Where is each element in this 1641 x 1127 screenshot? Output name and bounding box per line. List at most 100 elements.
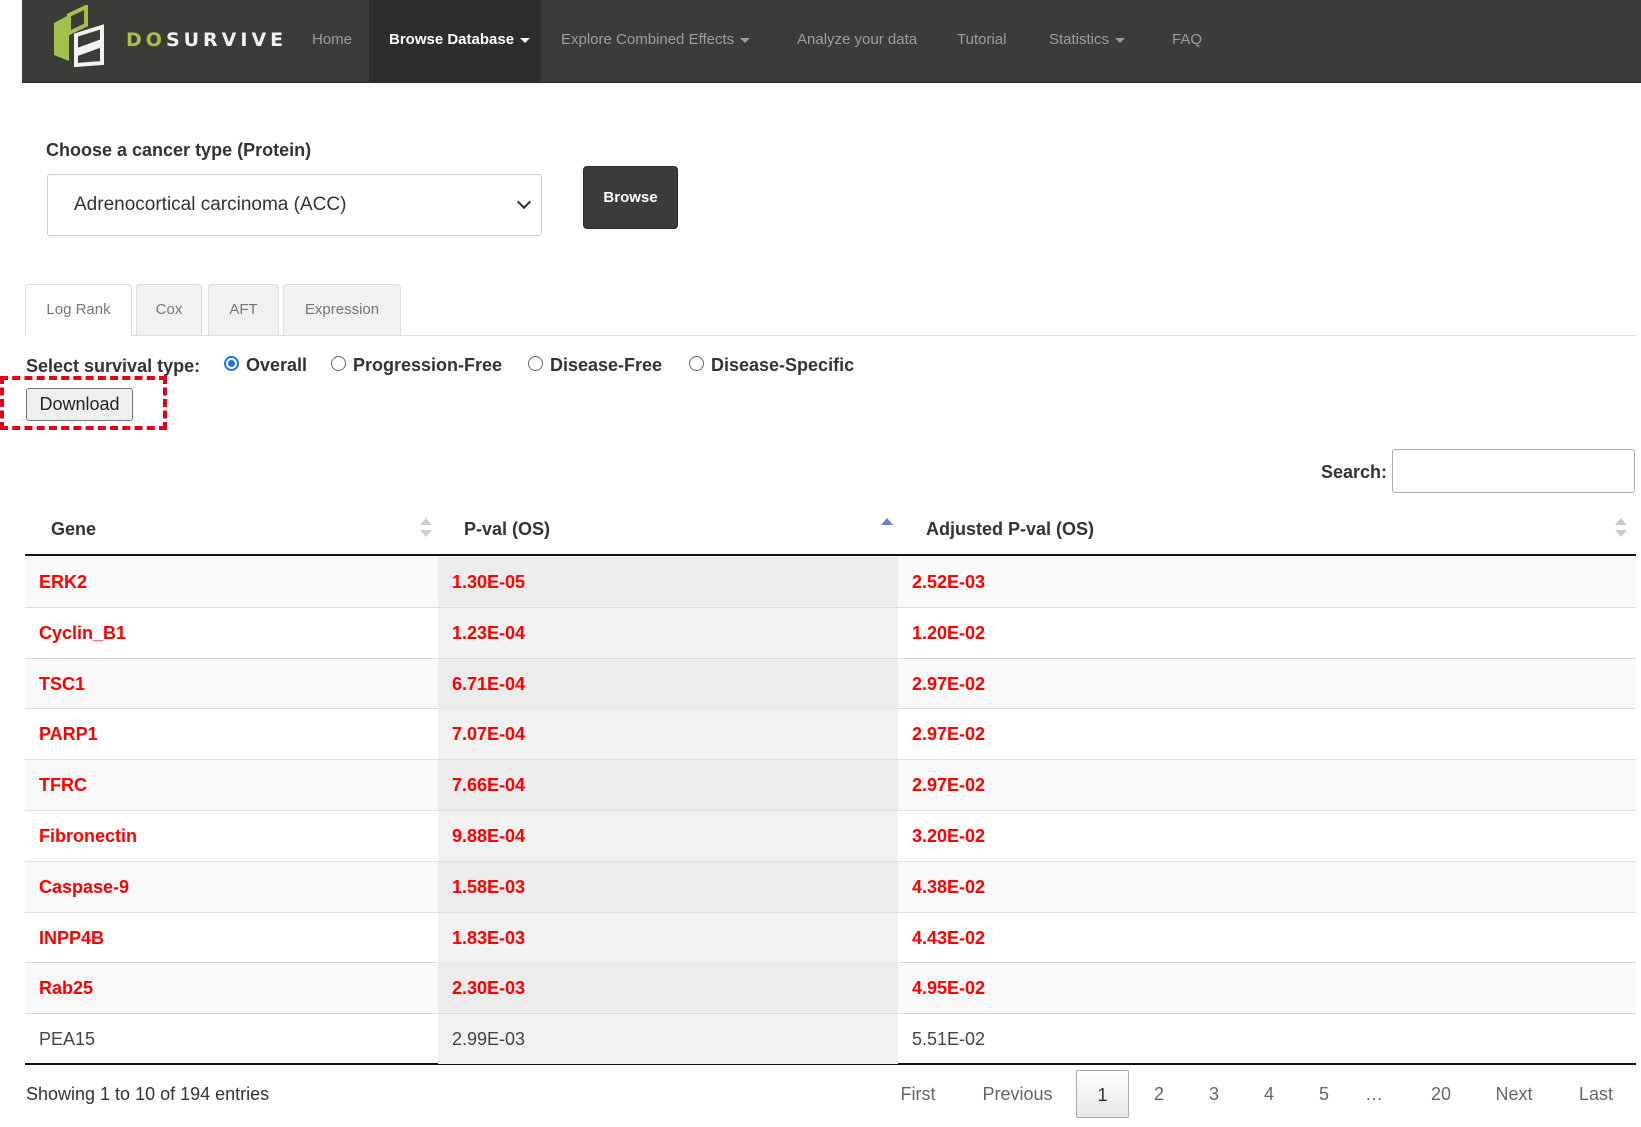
gene-cell[interactable]: ERK2 <box>25 557 438 607</box>
gene-cell[interactable]: TFRC <box>25 760 438 810</box>
table-info: Showing 1 to 10 of 194 entries <box>26 1084 270 1104</box>
table-row: Fibronectin 9.88E-04 3.20E-02 <box>25 810 1636 862</box>
caret-down-icon <box>1115 37 1126 43</box>
chevron-down-icon <box>516 194 532 210</box>
tab-log-rank[interactable]: Log Rank <box>25 284 132 336</box>
radio-disease-free-label: Disease-Free <box>550 355 663 375</box>
table-row: Caspase-9 1.58E-03 4.38E-02 <box>25 861 1636 913</box>
pagination-page-2[interactable]: 2 <box>1137 1070 1181 1118</box>
gene-cell[interactable]: PARP1 <box>25 709 438 759</box>
cancer-type-label: Choose a cancer type (Protein) <box>46 140 312 160</box>
pval-cell: 1.83E-03 <box>438 912 898 963</box>
adjusted-pval-cell: 5.51E-02 <box>912 1029 986 1050</box>
pval-cell: 7.07E-04 <box>438 709 898 760</box>
radio-unchecked-icon[interactable] <box>528 356 543 371</box>
pval-cell: 2.99E-03 <box>438 1014 898 1065</box>
column-header-gene[interactable]: Gene <box>51 502 96 556</box>
pval-cell: 2.30E-03 <box>438 963 898 1014</box>
pagination-first[interactable]: First <box>882 1070 954 1118</box>
browse-button[interactable]: Browse <box>583 166 678 229</box>
survival-type-label: Select survival type: <box>26 356 201 376</box>
highlight-annotation-box <box>0 376 167 430</box>
gene-cell[interactable]: PEA15 <box>25 1014 438 1064</box>
pagination-page-1[interactable]: 1 <box>1076 1070 1129 1118</box>
table-row: Cyclin_B1 1.23E-04 1.20E-02 <box>25 607 1636 659</box>
radio-progression-free[interactable]: Progression-Free <box>331 355 502 376</box>
table-row: ERK2 1.30E-05 2.52E-03 <box>25 557 1636 608</box>
caret-down-icon <box>520 37 531 43</box>
cancer-type-selected-value: Adrenocortical carcinoma (ACC) <box>74 194 347 215</box>
pagination-page-4[interactable]: 4 <box>1247 1070 1291 1118</box>
pagination-last[interactable]: Last <box>1566 1070 1626 1118</box>
gene-cell[interactable]: Fibronectin <box>25 811 438 861</box>
pval-cell: 1.23E-04 <box>438 607 898 658</box>
nav-tutorial[interactable]: Tutorial <box>937 0 1026 82</box>
adjusted-pval-cell: 2.52E-03 <box>912 572 986 592</box>
pagination-previous[interactable]: Previous <box>970 1070 1065 1118</box>
pval-cell: 1.58E-03 <box>438 861 898 912</box>
gene-cell[interactable]: Rab25 <box>25 963 438 1013</box>
column-header-adjusted-pval[interactable]: Adjusted P-val (OS) <box>926 502 1094 556</box>
pagination-ellipsis: … <box>1365 1084 1383 1104</box>
radio-unchecked-icon[interactable] <box>331 356 346 371</box>
brand-name[interactable]: DO SURVIVE <box>126 28 287 52</box>
sort-both-icon[interactable] <box>1615 518 1627 540</box>
adjusted-pval-cell: 2.97E-02 <box>912 673 986 694</box>
gene-cell[interactable]: Caspase-9 <box>25 862 438 912</box>
table-row: PARP1 7.07E-04 2.97E-02 <box>25 709 1636 761</box>
gene-cell[interactable]: INPP4B <box>25 913 438 963</box>
pagination-next[interactable]: Next <box>1484 1070 1544 1118</box>
pval-cell: 7.66E-04 <box>438 760 898 811</box>
table-row: Rab25 2.30E-03 4.95E-02 <box>25 963 1636 1015</box>
adjusted-pval-cell: 4.43E-02 <box>912 927 986 948</box>
adjusted-pval-cell: 2.97E-02 <box>912 724 986 745</box>
adjusted-pval-cell: 2.97E-02 <box>912 775 986 796</box>
top-navbar: DO SURVIVE Home Browse Database Explore C… <box>22 0 1641 83</box>
nav-statistics[interactable]: Statistics <box>1029 0 1145 82</box>
dosurvive-logo-icon[interactable] <box>44 5 114 67</box>
pval-cell: 9.88E-04 <box>438 810 898 861</box>
pagination-page-3[interactable]: 3 <box>1192 1070 1236 1118</box>
table-row: TSC1 6.71E-04 2.97E-02 <box>25 658 1636 710</box>
table-row: TFRC 7.66E-04 2.97E-02 <box>25 760 1636 811</box>
radio-overall[interactable]: Overall <box>224 355 307 376</box>
sort-both-icon[interactable] <box>420 518 432 540</box>
radio-overall-label: Overall <box>246 355 308 375</box>
caret-down-icon <box>740 37 751 43</box>
nav-analyze-your-data[interactable]: Analyze your data <box>777 0 937 82</box>
nav-browse-database[interactable]: Browse Database <box>369 0 541 82</box>
sort-ascending-icon[interactable] <box>881 518 893 540</box>
cancer-type-select[interactable]: Adrenocortical carcinoma (ACC) <box>47 174 542 236</box>
adjusted-pval-cell: 3.20E-02 <box>912 825 986 846</box>
radio-unchecked-icon[interactable] <box>689 356 704 371</box>
adjusted-pval-cell: 1.20E-02 <box>912 622 986 643</box>
brand-suffix: SURVIVE <box>165 29 288 51</box>
adjusted-pval-cell: 4.95E-02 <box>912 978 986 999</box>
table-body: ERK2 1.30E-05 2.52E-03 Cyclin_B1 1.23E-0… <box>25 557 1636 1065</box>
search-input[interactable] <box>1392 449 1635 493</box>
radio-disease-specific[interactable]: Disease-Specific <box>689 355 854 376</box>
pagination-page-5[interactable]: 5 <box>1302 1070 1346 1118</box>
radio-progression-free-label: Progression-Free <box>353 355 503 375</box>
tab-expression[interactable]: Expression <box>283 284 401 336</box>
search-label: Search: <box>1321 462 1388 482</box>
gene-cell[interactable]: TSC1 <box>25 659 438 709</box>
tab-cox[interactable]: Cox <box>136 284 202 336</box>
nav-home[interactable]: Home <box>292 0 372 82</box>
radio-checked-icon[interactable] <box>224 356 239 371</box>
nav-faq[interactable]: FAQ <box>1152 0 1222 82</box>
pval-cell: 6.71E-04 <box>438 658 898 709</box>
table-row: INPP4B 1.83E-03 4.43E-02 <box>25 912 1636 964</box>
gene-cell[interactable]: Cyclin_B1 <box>25 608 438 658</box>
adjusted-pval-cell: 4.38E-02 <box>912 876 986 897</box>
pval-cell: 1.30E-05 <box>438 557 898 607</box>
tab-aft[interactable]: AFT <box>208 284 279 336</box>
radio-disease-free[interactable]: Disease-Free <box>528 355 662 376</box>
column-header-pval[interactable]: P-val (OS) <box>464 502 550 556</box>
table-header: Gene P-val (OS) Adjusted P-val (OS) <box>25 502 1636 556</box>
nav-explore-combined-effects[interactable]: Explore Combined Effects <box>541 0 770 82</box>
brand-prefix: DO <box>126 29 166 51</box>
pagination-page-20[interactable]: 20 <box>1416 1070 1466 1118</box>
table-row: PEA15 2.99E-03 5.51E-02 <box>25 1014 1636 1065</box>
radio-disease-specific-label: Disease-Specific <box>711 355 855 375</box>
